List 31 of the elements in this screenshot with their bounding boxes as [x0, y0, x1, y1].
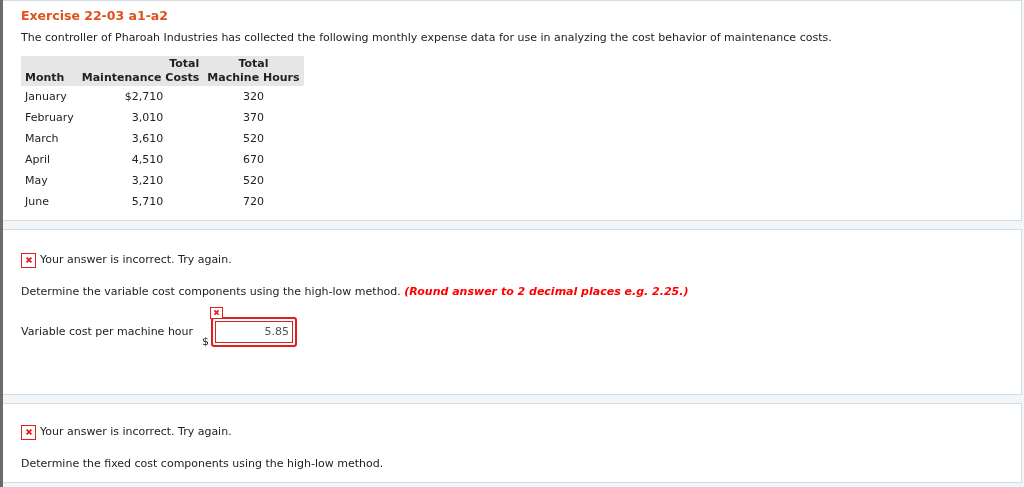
feedback-text: Your answer is incorrect. Try again.: [40, 251, 232, 268]
table-cell-text: April: [24, 151, 52, 168]
table-cell-text: 3,610: [130, 130, 165, 147]
table-cell-text: 3,010: [130, 109, 165, 126]
field-label: Variable cost per machine hour: [21, 323, 194, 340]
table-cell: $2,710: [77, 85, 204, 107]
table-cell-text: 670: [241, 151, 265, 168]
table-cell-text: 720: [241, 193, 265, 210]
exercise-title: Exercise 22-03 a1-a2: [21, 7, 169, 25]
table-cell-text: March: [24, 130, 60, 147]
currency-sign: $: [202, 334, 210, 351]
intro-text: The controller of Pharoah Industries has collected the following monthly expense data for use in analyzing the cost behavior of maintenance costs.: [21, 29, 833, 46]
table-cell-text: February: [24, 109, 75, 126]
feedback-text: Your answer is incorrect. Try again.: [40, 423, 232, 440]
table-cell-text: 4,510: [130, 151, 165, 168]
table-cell-text: May: [24, 172, 49, 189]
column-header: Total Maintenance Costs: [77, 56, 204, 86]
table-cell: 320: [203, 85, 304, 107]
prompt-text: Determine the variable cost components using the high-low method. (Round answer to 2 decimal places e.g. 2.25.): [21, 284, 690, 301]
column-header: Total Machine Hours: [203, 56, 304, 86]
table-cell-text: 520: [241, 172, 265, 189]
table-cell: January: [21, 85, 78, 107]
table-cell-text: 520: [241, 130, 265, 147]
table-cell-text: 370: [241, 109, 265, 126]
answer-field[interactable]: 5.85: [211, 316, 298, 347]
table-cell-text: 3,210: [130, 172, 165, 189]
error-icon: [210, 306, 224, 319]
table-cell-text: 5,710: [130, 193, 165, 210]
prompt-text: Determine the fixed cost components using the high-low method.: [21, 456, 385, 473]
column-header: Month: [21, 56, 78, 86]
table-cell-text: June: [23, 193, 50, 210]
